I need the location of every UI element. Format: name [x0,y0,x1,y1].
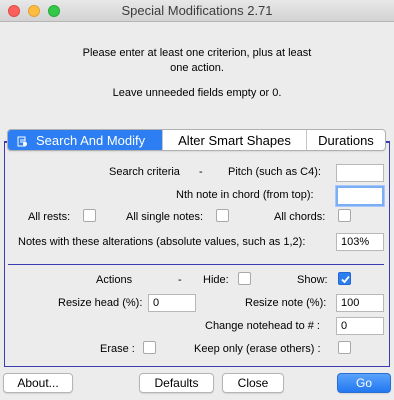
all-single-notes-checkbox[interactable] [216,209,229,222]
erase-checkbox[interactable] [143,341,156,354]
all-rests-checkbox[interactable] [83,209,96,222]
tab-alter-smart-shapes[interactable]: Alter Smart Shapes [163,130,307,150]
all-single-notes-label: All single notes: [126,211,204,223]
show-label: Show: [297,274,328,286]
intro-line-3: Leave unneeded fields empty or 0. [112,87,282,99]
hide-label: Hide: [203,274,229,286]
actions-label: Actions [96,274,133,286]
tab-document-icon [17,135,28,146]
pitch-label: Pitch (such as C4): [228,166,321,178]
tab-search-and-modify[interactable]: Search And Modify [8,130,163,150]
resize-note-label: Resize note (%): [245,297,327,309]
tab-label: Alter Smart Shapes [178,132,291,148]
close-button[interactable]: Close [222,373,284,393]
nth-note-label: Nth note in chord (from top): [176,189,314,201]
tab-label: Search And Modify [36,132,146,148]
resize-note-input[interactable] [336,294,384,312]
keep-only-label: Keep only (erase others) : [194,343,321,355]
show-checkbox[interactable] [338,272,351,285]
alterations-input[interactable] [336,233,384,251]
intro-line-2: one action. [170,62,224,74]
nth-note-input[interactable] [336,186,384,206]
defaults-button[interactable]: Defaults [139,373,214,393]
pitch-input[interactable] [336,164,384,182]
criteria-dash: - [199,166,203,178]
alterations-label: Notes with these alterations (absolute v… [18,236,306,248]
keep-only-checkbox[interactable] [338,341,351,354]
go-button[interactable]: Go [337,373,391,393]
window-title: Special Modifications 2.71 [121,3,273,18]
actions-dash: - [178,274,182,286]
resize-head-label: Resize head (%): [58,297,143,309]
about-button[interactable]: About... [3,373,73,393]
notehead-input[interactable] [336,317,384,335]
erase-label: Erase : [100,343,135,355]
tab-panel [4,141,390,367]
intro-line-1: Please enter at least one criterion, plu… [82,47,312,59]
hide-checkbox[interactable] [238,272,251,285]
notehead-label: Change notehead to # : [205,320,320,332]
tab-label: Durations [318,132,374,148]
section-divider [8,264,384,265]
all-chords-label: All chords: [274,211,326,223]
all-chords-checkbox[interactable] [338,209,351,222]
tab-bar: Search And Modify Alter Smart Shapes Dur… [7,129,386,151]
resize-head-input[interactable] [148,294,196,312]
tab-durations[interactable]: Durations [307,130,385,150]
checkmark-icon [341,275,350,284]
all-rests-label: All rests: [28,211,71,223]
title-bar: Special Modifications 2.71 [0,0,394,22]
search-criteria-label: Search criteria [109,166,180,178]
